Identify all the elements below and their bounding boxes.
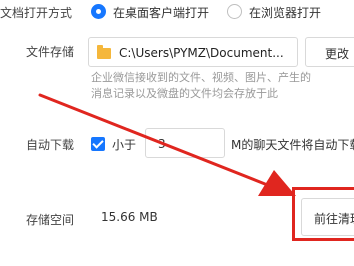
settings-panel: 文档打开方式 在桌面客户端打开 在浏览器打开 文件存储 C:\Users\PYM… [0,0,354,266]
annotation-arrow-icon [38,93,296,196]
